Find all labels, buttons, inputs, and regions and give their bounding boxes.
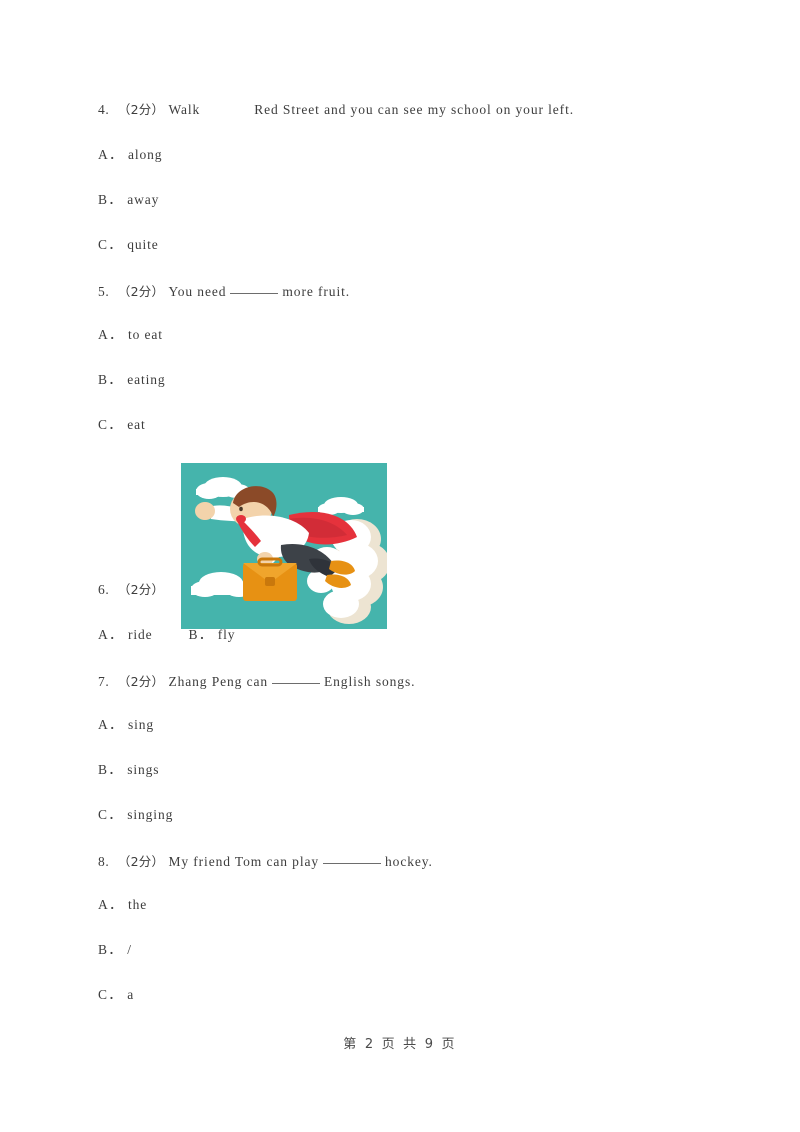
- option-label: B．: [98, 942, 123, 957]
- question-4-score: （2分）: [117, 102, 165, 117]
- question-6-number: 6.: [98, 582, 110, 597]
- option-text: /: [127, 942, 132, 957]
- option-text: quite: [127, 237, 159, 252]
- option-text: singing: [127, 807, 174, 822]
- question-4: 4. （2分） Walk Red Street and you can see m…: [98, 103, 718, 148]
- worksheet-page: 4. （2分） Walk Red Street and you can see m…: [0, 0, 800, 1132]
- question-5-blank: [230, 283, 279, 294]
- option-text: the: [127, 897, 148, 912]
- question-6: 6. （2分）: [98, 583, 718, 628]
- option-label: C．: [98, 807, 123, 822]
- question-8-score: （2分）: [117, 854, 165, 869]
- question-7-option-b[interactable]: B． sings: [98, 763, 718, 808]
- question-5-option-a[interactable]: A． to eat: [98, 328, 718, 373]
- option-label: A．: [98, 897, 124, 912]
- question-7-text-before: Zhang Peng can: [168, 674, 269, 689]
- option-label: C．: [98, 237, 123, 252]
- question-4-option-c[interactable]: C． quite: [98, 238, 718, 283]
- option-label: B．: [98, 762, 123, 777]
- question-7-number: 7.: [98, 674, 110, 689]
- question-list: 4. （2分） Walk Red Street and you can see m…: [98, 103, 718, 1079]
- question-7-option-a[interactable]: A． sing: [98, 718, 718, 763]
- option-label: B．: [98, 372, 123, 387]
- question-8: 8. （2分） My friend Tom can play hockey.: [98, 853, 718, 898]
- option-text: ride: [127, 627, 153, 642]
- question-8-text-after: hockey.: [385, 854, 433, 869]
- option-text: away: [127, 192, 160, 207]
- question-4-option-a[interactable]: A． along: [98, 148, 718, 193]
- option-label: C．: [98, 417, 123, 432]
- option-text: fly: [217, 627, 236, 642]
- page-footer: 第 2 页 共 9 页: [343, 1037, 457, 1052]
- question-5-option-c[interactable]: C． eat: [98, 418, 718, 463]
- question-5-text-before: You need: [168, 284, 227, 299]
- option-text: to eat: [127, 327, 163, 342]
- option-label: A．: [98, 327, 124, 342]
- question-4-text-before: Walk: [168, 102, 201, 117]
- question-7-score: （2分）: [117, 674, 165, 689]
- option-label: B．: [98, 192, 123, 207]
- question-8-blank: [323, 853, 382, 864]
- question-6-option-b[interactable]: B． fly: [189, 628, 236, 642]
- question-4-number: 4.: [98, 102, 110, 117]
- option-text: a: [127, 987, 135, 1002]
- question-5-score: （2分）: [117, 284, 165, 299]
- option-label: A．: [98, 627, 124, 642]
- option-text: along: [127, 147, 163, 162]
- question-8-option-c[interactable]: C． a: [98, 988, 718, 1033]
- question-8-option-b[interactable]: B． /: [98, 943, 718, 988]
- question-5-text-after: more fruit.: [282, 284, 351, 299]
- option-label: A．: [98, 717, 124, 732]
- option-text: sings: [127, 762, 160, 777]
- question-8-text-before: My friend Tom can play: [168, 854, 320, 869]
- question-8-option-a[interactable]: A． the: [98, 898, 718, 943]
- option-label: B．: [188, 627, 214, 642]
- question-4-text-after: Red Street and you can see my school on …: [254, 102, 575, 117]
- question-7-text-after: English songs.: [324, 674, 416, 689]
- option-label: A．: [98, 147, 124, 162]
- question-7-blank: [272, 673, 321, 684]
- option-label: C．: [98, 987, 123, 1002]
- question-6-score: （2分）: [117, 582, 165, 597]
- question-5: 5. （2分） You need more fruit.: [98, 283, 718, 328]
- option-text: eating: [127, 372, 166, 387]
- question-5-option-b[interactable]: B． eating: [98, 373, 718, 418]
- question-7-option-c[interactable]: C． singing: [98, 808, 718, 853]
- question-4-option-b[interactable]: B． away: [98, 193, 718, 238]
- question-7: 7. （2分） Zhang Peng can English songs.: [98, 673, 718, 718]
- question-5-number: 5.: [98, 284, 110, 299]
- option-text: eat: [127, 417, 146, 432]
- question-8-number: 8.: [98, 854, 110, 869]
- question-6-options[interactable]: A． ride B． fly: [98, 628, 718, 673]
- option-text: sing: [127, 717, 155, 732]
